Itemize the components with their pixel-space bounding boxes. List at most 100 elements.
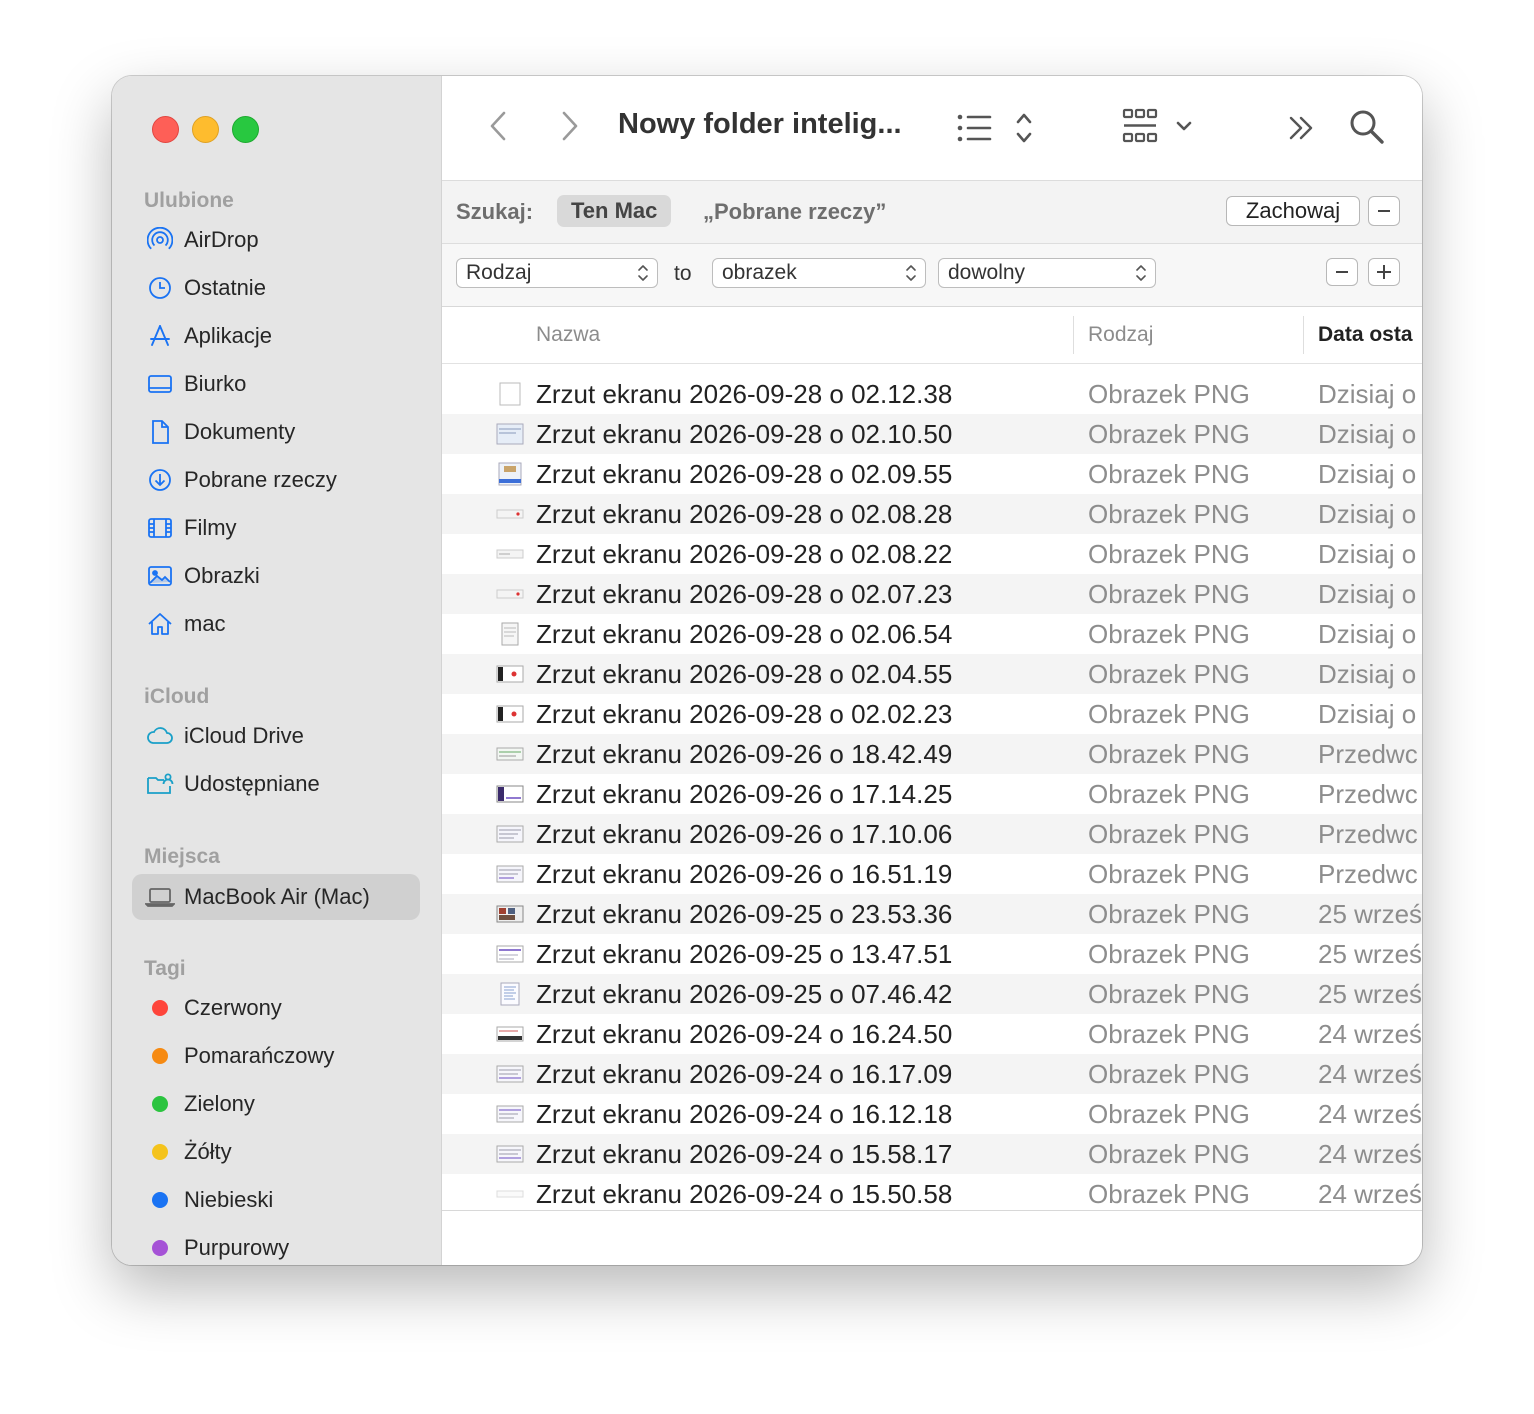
table-row[interactable]: Zrzut ekranu 2026-09-28 o 02.04.55 Obraze…: [442, 654, 1422, 694]
table-row[interactable]: Zrzut ekranu 2026-09-26 o 18.42.49 Obraze…: [442, 734, 1422, 774]
sidebar-tag-blue[interactable]: Niebieski: [132, 1177, 420, 1223]
sidebar-item-macbook[interactable]: MacBook Air (Mac): [132, 874, 420, 920]
toolbar: Nowy folder intelig...: [442, 76, 1422, 181]
sidebar-tag-orange[interactable]: Pomarańczowy: [132, 1033, 420, 1079]
column-divider[interactable]: [1073, 316, 1074, 354]
back-button[interactable]: [480, 108, 516, 144]
file-date: Dzisiaj o: [1318, 419, 1417, 449]
criteria-attribute-popup[interactable]: Rodzaj: [456, 258, 658, 288]
file-date: Dzisiaj o: [1318, 499, 1417, 529]
image-file-icon: [496, 705, 524, 723]
remove-search-button[interactable]: [1368, 196, 1400, 226]
sidebar-item-downloads[interactable]: Pobrane rzeczy: [132, 457, 420, 503]
file-kind: Obrazek PNG: [1088, 1019, 1250, 1049]
file-name: Zrzut ekranu 2026-09-28 o 02.04.55: [536, 659, 953, 689]
table-row[interactable]: Zrzut ekranu 2026-09-25 o 13.47.51 Obraze…: [442, 934, 1422, 974]
chevron-right-icon: [562, 111, 578, 141]
table-row[interactable]: Zrzut ekranu 2026-09-26 o 17.10.06 Obraze…: [442, 814, 1422, 854]
criteria-attribute-value: Rodzaj: [466, 261, 532, 284]
sidebar-item-label: AirDrop: [184, 227, 259, 252]
table-row[interactable]: Zrzut ekranu 2026-09-26 o 17.14.25 Obraze…: [442, 774, 1422, 814]
file-name: Zrzut ekranu 2026-09-28 o 02.12.38: [536, 379, 953, 409]
table-row[interactable]: Zrzut ekranu 2026-09-28 o 02.06.54 Obraze…: [442, 614, 1422, 654]
file-date: Dzisiaj o: [1318, 659, 1417, 689]
table-row[interactable]: Zrzut ekranu 2026-09-26 o 16.51.19 Obraze…: [442, 854, 1422, 894]
applications-icon: [144, 321, 176, 351]
cloud-icon: [144, 721, 176, 751]
scope-this-mac[interactable]: Ten Mac: [557, 195, 672, 227]
search-button[interactable]: [1346, 106, 1388, 148]
sidebar-item-airdrop[interactable]: AirDrop: [132, 217, 420, 263]
sidebar-item-applications[interactable]: Aplikacje: [132, 313, 420, 359]
table-row[interactable]: Zrzut ekranu 2026-09-24 o 16.12.18 Obraze…: [442, 1094, 1422, 1134]
tag-orange-dot: [152, 1048, 168, 1064]
file-name: Zrzut ekranu 2026-09-26 o 18.42.49: [536, 739, 953, 769]
table-row[interactable]: Zrzut ekranu 2026-09-25 o 23.53.36 Obraze…: [442, 894, 1422, 934]
scope-downloads[interactable]: „Pobrane rzeczy”: [703, 199, 886, 225]
sidebar-heading-favorites: Ulubione: [144, 189, 234, 212]
table-row[interactable]: Zrzut ekranu 2026-09-28 o 02.09.55 Obraze…: [442, 454, 1422, 494]
shared-folder-icon: [144, 769, 176, 799]
sidebar-item-shared[interactable]: Udostępniane: [132, 761, 420, 807]
image-file-icon: [501, 622, 519, 646]
add-criteria-button[interactable]: [1368, 258, 1400, 286]
minimize-window-button[interactable]: [192, 116, 219, 143]
sidebar-item-movies[interactable]: Filmy: [132, 505, 420, 551]
file-kind: Obrazek PNG: [1088, 819, 1250, 849]
updown-arrow-icon: [1136, 265, 1146, 281]
table-row[interactable]: Zrzut ekranu 2026-09-28 o 02.12.38 Obraze…: [442, 374, 1422, 414]
list-view-icon: [957, 113, 1032, 143]
file-name: Zrzut ekranu 2026-09-26 o 16.51.19: [536, 859, 953, 889]
sidebar-item-documents[interactable]: Dokumenty: [132, 409, 420, 455]
zoom-window-button[interactable]: [232, 116, 259, 143]
view-mode-button[interactable]: [954, 108, 1034, 148]
table-row[interactable]: Zrzut ekranu 2026-09-28 o 02.10.50 Obraze…: [442, 414, 1422, 454]
table-row[interactable]: Zrzut ekranu 2026-09-28 o 02.08.28 Obraze…: [442, 494, 1422, 534]
file-name: Zrzut ekranu 2026-09-28 o 02.02.23: [536, 699, 953, 729]
file-date: 24 wrześ: [1318, 1019, 1422, 1049]
remove-criteria-button[interactable]: [1326, 258, 1358, 286]
criteria-value-text: obrazek: [722, 261, 797, 284]
sidebar-item-label: Aplikacje: [184, 323, 273, 348]
sidebar-tag-yellow[interactable]: Żółty: [132, 1129, 420, 1175]
forward-button[interactable]: [552, 108, 588, 144]
more-toolbar-button[interactable]: [1282, 110, 1322, 146]
table-row[interactable]: Zrzut ekranu 2026-09-25 o 07.46.42 Obraze…: [442, 974, 1422, 1014]
sidebar-tag-green[interactable]: Zielony: [132, 1081, 420, 1127]
table-row[interactable]: Zrzut ekranu 2026-09-24 o 16.24.50 Obraze…: [442, 1014, 1422, 1054]
sidebar-item-pictures[interactable]: Obrazki: [132, 553, 420, 599]
table-row[interactable]: Zrzut ekranu 2026-09-28 o 02.07.23 Obraze…: [442, 574, 1422, 614]
table-row[interactable]: Zrzut ekranu 2026-09-28 o 02.08.22 Obraze…: [442, 534, 1422, 574]
image-file-icon: [496, 785, 524, 803]
sidebar-tag-red[interactable]: Czerwony: [132, 985, 420, 1031]
table-row[interactable]: Zrzut ekranu 2026-09-24 o 15.58.17 Obraze…: [442, 1134, 1422, 1174]
sidebar-item-home[interactable]: mac: [132, 601, 420, 647]
table-row[interactable]: Zrzut ekranu 2026-09-24 o 15.50.58 Obraze…: [442, 1174, 1422, 1210]
criteria-qualifier-popup[interactable]: dowolny: [938, 258, 1156, 288]
table-row[interactable]: Zrzut ekranu 2026-09-28 o 02.02.23 Obraze…: [442, 694, 1422, 734]
sidebar-item-label: Niebieski: [184, 1187, 274, 1212]
table-row[interactable]: Zrzut ekranu 2026-09-24 o 16.17.09 Obraze…: [442, 1054, 1422, 1094]
criteria-value-popup[interactable]: obrazek: [712, 258, 926, 288]
sidebar-item-label: Czerwony: [184, 995, 282, 1020]
close-window-button[interactable]: [152, 116, 179, 143]
file-date: 24 wrześ: [1318, 1179, 1422, 1209]
column-header-name[interactable]: Nazwa: [536, 323, 600, 347]
sidebar-tag-purple[interactable]: Purpurowy: [132, 1225, 420, 1265]
search-icon: [1350, 110, 1384, 144]
file-kind: Obrazek PNG: [1088, 459, 1250, 489]
desktop-icon: [144, 369, 176, 399]
column-header-kind[interactable]: Rodzaj: [1088, 323, 1153, 347]
film-icon: [144, 513, 176, 543]
sidebar-item-label: mac: [184, 611, 226, 636]
column-header-date[interactable]: Data osta: [1318, 323, 1422, 347]
image-file-icon: [499, 382, 521, 406]
sidebar-item-recents[interactable]: Ostatnie: [132, 265, 420, 311]
column-divider[interactable]: [1303, 316, 1304, 354]
save-button[interactable]: Zachowaj: [1226, 196, 1360, 226]
file-name: Zrzut ekranu 2026-09-28 o 02.09.55: [536, 459, 953, 489]
file-name: Zrzut ekranu 2026-09-26 o 17.10.06: [536, 819, 953, 849]
group-by-button[interactable]: [1120, 106, 1200, 146]
sidebar-item-icloud-drive[interactable]: iCloud Drive: [132, 713, 420, 759]
sidebar-item-desktop[interactable]: Biurko: [132, 361, 420, 407]
